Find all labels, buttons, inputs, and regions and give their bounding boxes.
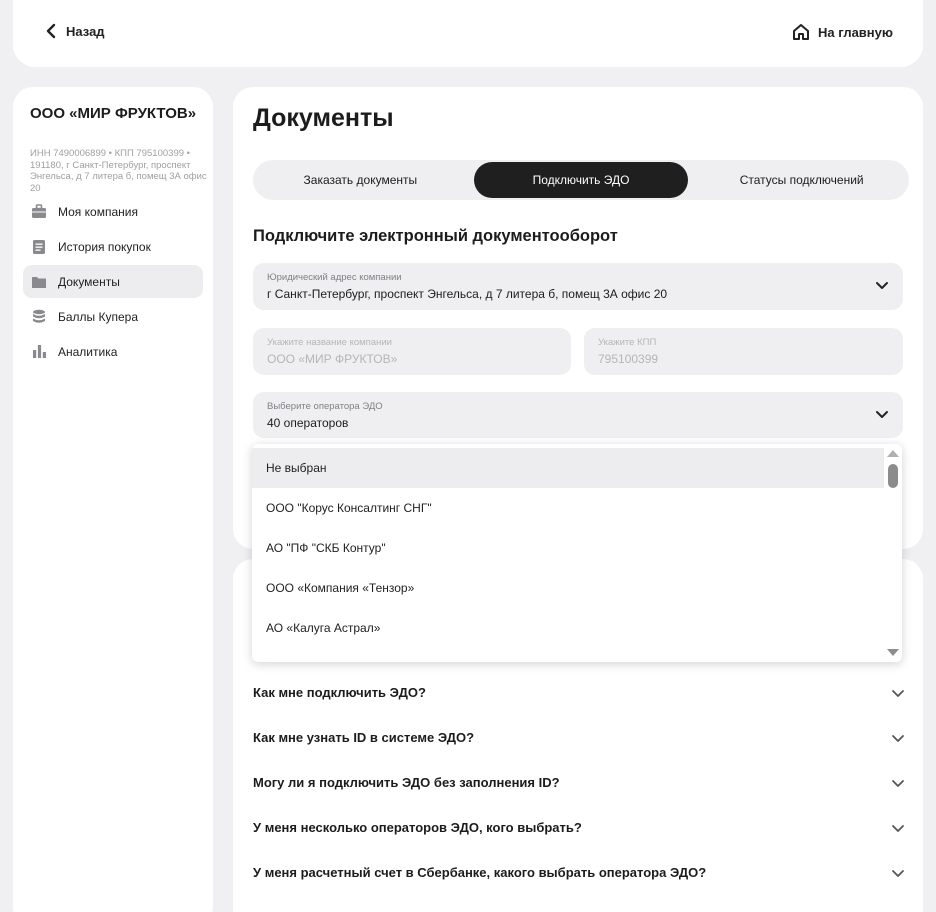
sidebar-item-purchase-history[interactable]: История покупок [23,230,203,263]
sidebar-item-label: История покупок [58,239,151,254]
back-label: Назад [66,23,105,39]
section-title: Подключите электронный документооборот [253,227,618,245]
dropdown-option[interactable]: АО «Калуга Астрал» [252,608,884,648]
chevron-down-icon [892,869,904,877]
folder-icon [31,274,47,290]
home-button[interactable]: На главную [792,23,893,41]
chevron-down-icon [876,282,888,289]
home-icon [793,24,809,40]
faq-item[interactable]: Как мне узнать ID в системе ЭДО? [253,715,905,760]
sidebar-nav: Моя компания История покупок Документы Б… [23,195,203,370]
company-name-value: ООО «МИР ФРУКТОВ» [267,352,398,366]
sidebar-item-label: Документы [58,274,120,289]
tab-connect-edo[interactable]: Подключить ЭДО [473,162,689,198]
back-button[interactable]: Назад [45,23,105,39]
chevron-left-icon [46,23,56,39]
chevron-down-icon [892,689,904,697]
faq-question: Как мне подключить ЭДО? [253,685,426,700]
address-label: Юридический адрес компании [267,272,402,283]
faq-question: Как мне узнать ID в системе ЭДО? [253,730,475,745]
dropdown-option[interactable]: ООО "Корус Консалтинг СНГ" [252,488,884,528]
top-bar: Назад На главную [13,0,923,67]
faq-question: Могу ли я подключить ЭДО без заполнения … [253,775,560,790]
tab-order-documents[interactable]: Заказать документы [253,162,468,198]
kpp-field[interactable]: Укажите КПП 795100399 [584,328,903,375]
dropdown-option[interactable]: Не выбран [252,448,884,488]
operator-dropdown-list: Не выбран ООО "Корус Консалтинг СНГ" АО … [252,444,902,662]
scroll-down-arrow-icon[interactable] [884,646,902,660]
address-value: г Санкт-Петербург, проспект Энгельса, д … [267,287,668,301]
tab-connection-statuses[interactable]: Статусы подключений [694,162,909,198]
sidebar-item-documents[interactable]: Документы [23,265,203,298]
company-name: ООО «МИР ФРУКТОВ» [30,105,197,122]
kpp-label: Укажите КПП [598,337,657,348]
faq-item[interactable]: У меня расчетный счет в Сбербанке, каког… [253,850,905,895]
company-name-label: Укажите название компании [267,337,392,348]
coins-stack-icon [31,309,47,325]
scrollbar-thumb[interactable] [888,464,898,488]
scroll-up-arrow-icon[interactable] [884,446,902,460]
dropdown-option[interactable]: ООО «Компания «Тензор» [252,568,884,608]
address-select[interactable]: Юридический адрес компании г Санкт-Петер… [253,263,903,310]
dropdown-scrollbar[interactable] [884,444,902,662]
chevron-down-icon [892,824,904,832]
sidebar-item-label: Аналитика [58,344,118,359]
company-details: ИНН 7490006899 • КПП 795100399 • 191180,… [30,148,207,194]
faq-item[interactable]: Могу ли я подключить ЭДО без заполнения … [253,760,905,805]
sidebar: ООО «МИР ФРУКТОВ» ИНН 7490006899 • КПП 7… [13,87,213,912]
dropdown-option[interactable]: АО "ПФ "СКБ Контур" [252,528,884,568]
chevron-down-icon [892,779,904,787]
operator-select[interactable]: Выберите оператора ЭДО 40 операторов [253,392,903,438]
chevron-down-icon [876,411,888,418]
kpp-value: 795100399 [598,352,659,366]
operator-value: 40 операторов [267,416,349,430]
sidebar-item-label: Моя компания [58,204,138,219]
tabs: Заказать документы Подключить ЭДО Статус… [253,160,909,200]
briefcase-icon [31,204,47,220]
company-name-field[interactable]: Укажите название компании ООО «МИР ФРУКТ… [253,328,571,375]
page-title: Документы [253,104,394,132]
sidebar-item-my-company[interactable]: Моя компания [23,195,203,228]
faq-item[interactable]: У меня несколько операторов ЭДО, кого вы… [253,805,905,850]
operator-label: Выберите оператора ЭДО [267,401,383,412]
sidebar-item-label: Баллы Купера [58,309,139,324]
dropdown-option[interactable]: ООО "Оператор-ЦРПТ" [252,648,884,662]
faq-question: У меня несколько операторов ЭДО, кого вы… [253,820,582,835]
home-label: На главную [818,24,893,40]
faq-question: У меня расчетный счет в Сбербанке, каког… [253,865,707,880]
sidebar-item-analytics[interactable]: Аналитика [23,335,203,368]
bar-chart-icon [31,344,47,360]
document-list-icon [31,239,47,255]
sidebar-item-cooper-points[interactable]: Баллы Купера [23,300,203,333]
chevron-down-icon [892,734,904,742]
faq-item[interactable]: Как мне подключить ЭДО? [253,670,905,715]
